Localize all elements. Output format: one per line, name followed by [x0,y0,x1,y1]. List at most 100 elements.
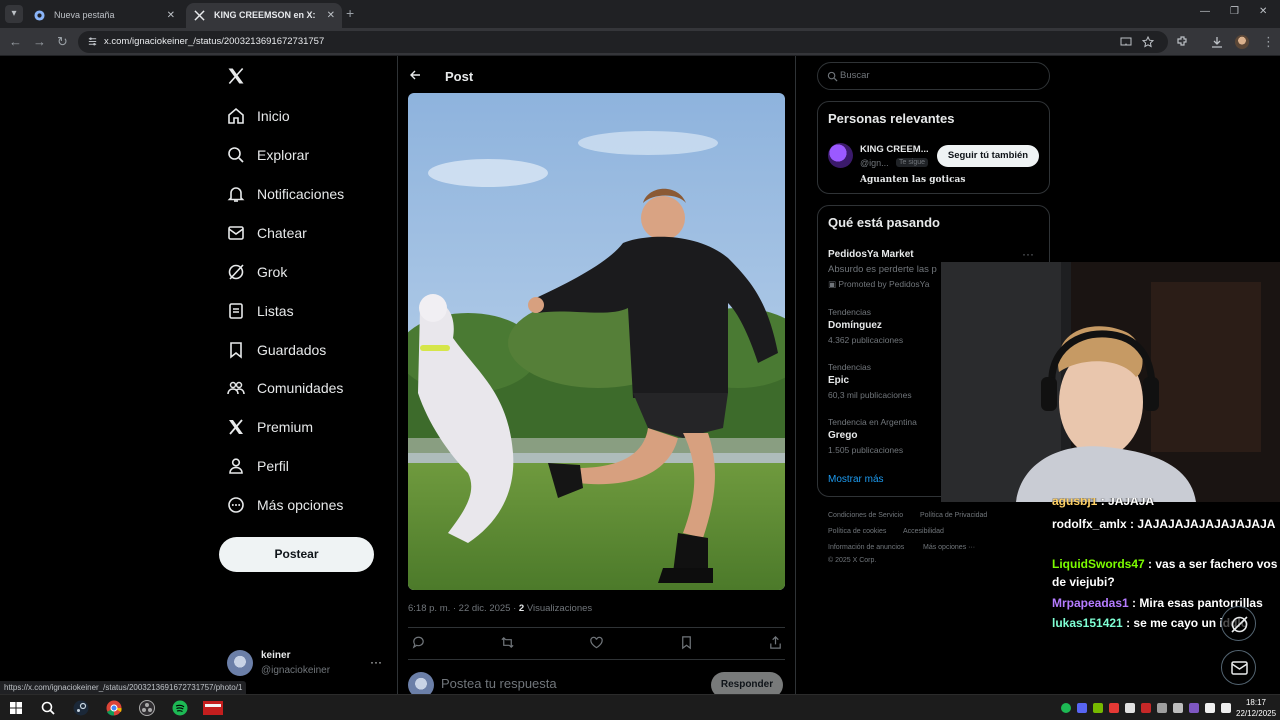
nav-item-chatear[interactable]: Chatear [226,221,307,245]
follow-back-button[interactable]: Seguir tú también [937,145,1039,167]
repost-icon[interactable] [500,635,515,650]
share-icon[interactable] [768,635,783,650]
footer-link[interactable]: Información de anuncios [828,544,904,551]
promoted-label: ▣ Promoted by PedidosYa [828,279,929,290]
x-premium-icon [229,419,243,435]
tray-icon[interactable] [1173,703,1183,713]
window-close-icon[interactable]: ✕ [1259,6,1267,17]
nav-label: Chatear [257,225,307,241]
site-info-icon[interactable] [87,36,98,47]
address-bar[interactable]: x.com/ignaciokeiner_/status/200321369167… [78,31,1168,53]
like-icon[interactable] [589,635,604,650]
nav-item-explorar[interactable]: Explorar [226,143,309,167]
extensions-icon[interactable] [1175,35,1189,49]
footer-link[interactable]: Accesibilidad [903,528,944,535]
footer-link[interactable]: Más opciones ··· [923,544,975,551]
tray-icon[interactable] [1125,703,1135,713]
chrome-taskbar-icon[interactable] [105,699,123,717]
reload-icon[interactable]: ↻ [57,34,68,50]
profile-avatar[interactable] [1235,35,1249,49]
volume-tray-icon[interactable] [1205,703,1215,713]
trend-name[interactable]: Grego [828,430,857,441]
relevant-avatar[interactable] [828,143,853,168]
nav-item-guardados[interactable]: Guardados [226,338,326,362]
steam-icon[interactable] [72,699,90,717]
tray-icon[interactable] [1189,703,1199,713]
forward-icon[interactable]: → [33,34,46,49]
tab-new-tab[interactable]: Nueva pestaña ✕ [26,3,182,28]
nav-item-listas[interactable]: Listas [226,299,294,323]
copyright: © 2025 X Corp. [828,557,877,564]
discord-tray-icon[interactable] [1077,703,1087,713]
home-icon [228,107,244,124]
url-text: x.com/ignaciokeiner_/status/200321369167… [104,36,325,47]
network-tray-icon[interactable] [1221,703,1231,713]
restore-icon[interactable]: ❐ [1230,6,1239,17]
spotify-tray-icon[interactable] [1061,703,1071,713]
account-more-icon[interactable]: ··· [370,655,382,669]
close-tab-icon[interactable]: ✕ [167,3,175,28]
microphone-tray-icon[interactable] [1109,703,1119,713]
taskbar-search-icon[interactable] [39,699,57,717]
account-avatar[interactable] [227,650,253,676]
windows-start-icon[interactable] [7,699,25,717]
trend-meta: Tendencias [828,307,872,317]
back-icon[interactable]: ← [9,34,22,49]
more-options-icon[interactable]: ··· [1022,247,1034,261]
trend-meta: Tendencia en Argentina [828,417,917,427]
back-arrow-icon[interactable] [409,69,421,81]
chat-message: agusbj1 : JAJAJA [1052,498,1280,510]
chat-message: rodolfx_amlx : JAJAJAJAJAJAJAJAJA [1052,515,1280,533]
footer-link[interactable]: Política de Privacidad [920,512,987,519]
browser-toolbar: ← → ↻ x.com/ignaciokeiner_/status/200321… [0,28,1280,56]
reply-icon[interactable] [411,635,426,650]
nav-item-grok[interactable]: Grok [226,260,287,284]
tab-search-button[interactable]: ▾ [5,5,23,23]
spotify-icon[interactable] [171,699,189,717]
menu-dots-icon[interactable]: ⋮ [1262,34,1275,50]
nav-item-comunidades[interactable]: Comunidades [226,376,343,400]
promoted-by: Promoted by PedidosYa [838,279,930,289]
footer-link[interactable]: Política de cookies [828,528,886,535]
relevant-name[interactable]: KING CREEM... [860,144,929,155]
nav-label: Premium [257,419,314,435]
reply-input[interactable]: Postea tu respuesta [441,676,557,691]
column-divider [795,56,796,694]
tray-icon[interactable] [1157,703,1167,713]
nvidia-tray-icon[interactable] [1093,703,1103,713]
nav-item-notificaciones[interactable]: Notificaciones [226,182,344,206]
nav-label: Comunidades [257,380,344,396]
cast-icon[interactable] [1120,36,1132,48]
messages-floating-button[interactable] [1221,650,1256,685]
bookmark-action-icon[interactable] [679,635,694,650]
post-button[interactable]: Postear [219,537,374,572]
tab-x-post[interactable]: KING CREEMSON en X: "Keine ✕ [186,3,342,45]
download-icon[interactable] [1210,35,1224,49]
nav-item-premium[interactable]: Premium [226,415,313,439]
trends-title: Qué está pasando [828,215,940,230]
grok-floating-button[interactable] [1221,606,1256,641]
nav-item-mas-opciones[interactable]: Más opciones [226,493,343,517]
obs-icon[interactable] [138,699,156,717]
promoted-name[interactable]: PedidosYa Market [828,249,914,260]
nav-item-inicio[interactable]: Inicio [226,104,290,128]
show-more-link[interactable]: Mostrar más [828,474,884,485]
post-image[interactable] [408,93,785,590]
taskbar-clock[interactable]: 18:17 22/12/2025 [1236,697,1276,719]
search-icon [228,147,244,163]
footer-link[interactable]: Condiciones de Servicio [828,512,903,519]
trend-name[interactable]: Domínguez [828,320,882,331]
star-icon[interactable] [1142,36,1154,48]
trend-name[interactable]: Epic [828,375,849,386]
record-tray-icon[interactable] [1141,703,1151,713]
search-input[interactable]: Buscar [817,62,1050,90]
photo-football-scene [408,93,785,590]
close-tab-icon[interactable]: ✕ [327,3,335,28]
nav-item-perfil[interactable]: Perfil [226,454,289,478]
minimize-icon[interactable]: — [1200,6,1210,17]
bell-icon [227,187,245,202]
new-tab-button[interactable]: + [346,5,354,21]
x-logo-icon[interactable] [226,66,246,86]
chat-text: : JAJAJA [1097,498,1155,508]
app-thumbnail-icon[interactable] [203,699,223,717]
